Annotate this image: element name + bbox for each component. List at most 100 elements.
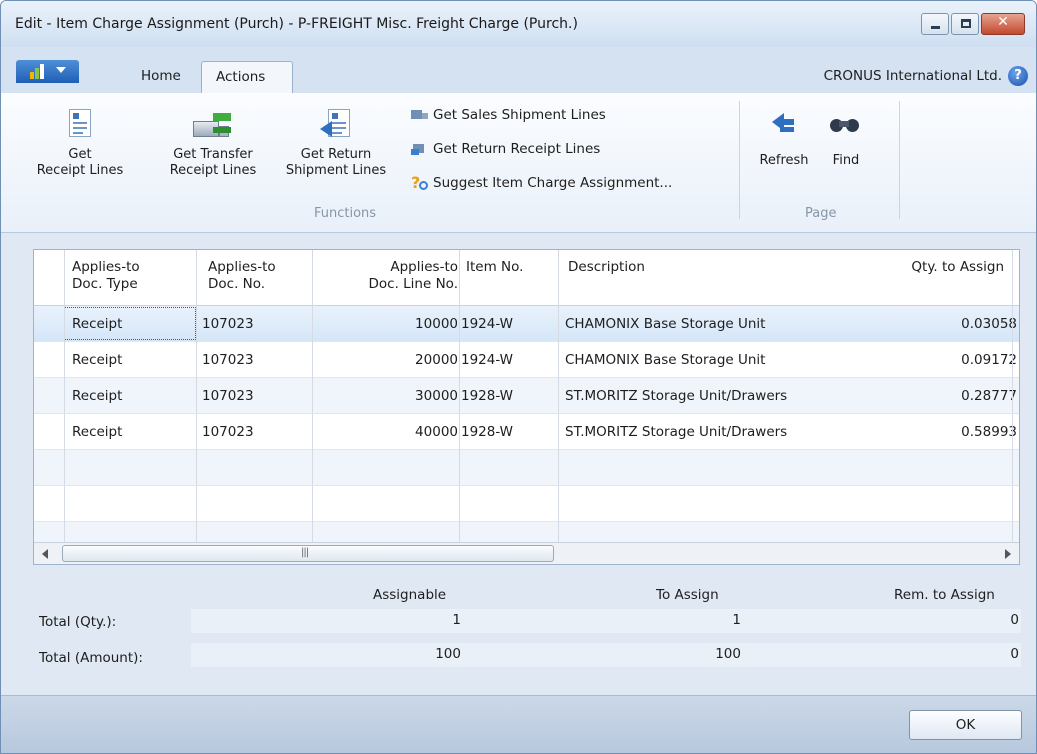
table-row[interactable]: Receipt 107023 20000 1924-W CHAMONIX Bas…	[34, 342, 1019, 378]
doc-line-no-cell[interactable]: 30000	[324, 388, 458, 404]
doc-type-cell[interactable]: Receipt	[72, 388, 122, 404]
ok-button[interactable]: OK	[909, 710, 1022, 740]
ribbon-separator	[899, 101, 900, 219]
item-no-cell[interactable]: 1924-W	[461, 352, 513, 368]
description-cell[interactable]: ST.MORITZ Storage Unit/Drawers	[565, 424, 787, 440]
qty-to-assign-cell[interactable]: 0.03058	[852, 316, 1017, 332]
item-charge-assignment-window: Edit - Item Charge Assignment (Purch) - …	[0, 0, 1037, 754]
get-receipt-lines-label-1: Get	[68, 147, 92, 162]
empty-row[interactable]	[34, 486, 1019, 522]
application-menu-button[interactable]	[16, 60, 79, 83]
find-label: Find	[832, 153, 860, 168]
tab-actions[interactable]: Actions	[201, 61, 293, 94]
doc-no-cell[interactable]: 107023	[202, 424, 254, 440]
column-divider	[64, 250, 65, 542]
column-divider	[312, 250, 313, 542]
refresh-icon	[768, 107, 800, 143]
refresh-button[interactable]: Refresh	[747, 107, 821, 169]
scroll-left-icon[interactable]	[42, 549, 48, 559]
chevron-down-icon	[56, 67, 66, 73]
column-header-doc-no[interactable]: Applies-to Doc. No.	[208, 259, 276, 293]
return-shipment-document-icon	[320, 107, 352, 143]
empty-row[interactable]	[34, 450, 1019, 486]
column-divider	[558, 250, 559, 542]
get-return-shipment-lines-label-1: Get Return	[300, 147, 372, 162]
doc-type-cell[interactable]: Receipt	[72, 352, 122, 368]
doc-no-cell[interactable]: 107023	[202, 316, 254, 332]
item-no-cell[interactable]: 1924-W	[461, 316, 513, 332]
column-header-qty-to-assign[interactable]: Qty. to Assign	[852, 259, 1004, 276]
total-amount-label: Total (Amount):	[39, 650, 143, 666]
horizontal-scrollbar[interactable]: |||	[34, 542, 1019, 564]
total-amount-row-background	[191, 643, 1021, 667]
item-no-cell[interactable]: 1928-W	[461, 424, 513, 440]
doc-line-no-cell[interactable]: 10000	[324, 316, 458, 332]
description-cell[interactable]: ST.MORITZ Storage Unit/Drawers	[565, 388, 787, 404]
doc-type-cell[interactable]: Receipt	[72, 424, 122, 440]
table-row[interactable]: Receipt 107023 10000 1924-W CHAMONIX Bas…	[34, 306, 1019, 342]
window-title: Edit - Item Charge Assignment (Purch) - …	[15, 16, 578, 32]
total-amount-assignable: 100	[435, 646, 461, 662]
functions-group-label: Functions	[314, 206, 377, 221]
description-cell[interactable]: CHAMONIX Base Storage Unit	[565, 352, 765, 368]
get-receipt-lines-button[interactable]: Get Receipt Lines	[15, 107, 145, 179]
column-header-doc-type[interactable]: Applies-to Doc. Type	[72, 259, 140, 293]
binoculars-icon	[828, 107, 864, 143]
total-amount-rem-to-assign: 0	[1010, 646, 1019, 662]
doc-line-no-cell[interactable]: 40000	[324, 424, 458, 440]
column-divider	[1012, 250, 1013, 542]
find-button[interactable]: Find	[823, 107, 869, 169]
ribbon-actions-panel: Get Receipt Lines Get Transfer Receipt L…	[1, 93, 1036, 233]
get-transfer-receipt-lines-label-1: Get Transfer	[173, 147, 253, 162]
total-qty-rem-to-assign: 0	[1010, 612, 1019, 628]
doc-line-no-cell[interactable]: 20000	[324, 352, 458, 368]
close-icon: ✕	[997, 14, 1009, 30]
get-transfer-receipt-lines-label-2: Receipt Lines	[169, 163, 257, 178]
qty-to-assign-cell[interactable]: 0.09172	[852, 352, 1017, 368]
suggest-question-icon: ?	[411, 175, 429, 191]
rem-to-assign-header: Rem. to Assign	[894, 587, 995, 603]
assignable-header: Assignable	[373, 587, 447, 603]
column-header-item-no[interactable]: Item No.	[466, 259, 523, 276]
doc-no-cell[interactable]: 107023	[202, 352, 254, 368]
ribbon-separator	[739, 101, 740, 219]
column-divider	[196, 250, 197, 542]
get-receipt-lines-label-2: Receipt Lines	[36, 163, 124, 178]
doc-type-cell[interactable]: Receipt	[72, 316, 122, 332]
title-bar: Edit - Item Charge Assignment (Purch) - …	[1, 1, 1036, 47]
ribbon-tab-row: Home Actions CRONUS International Ltd. ?	[1, 47, 1036, 94]
maximize-button[interactable]	[951, 13, 979, 35]
truck-transfer-icon	[191, 107, 235, 143]
total-qty-to-assign: 1	[732, 612, 741, 628]
get-return-shipment-lines-button[interactable]: Get Return Shipment Lines	[271, 107, 401, 179]
table-row[interactable]: Receipt 107023 30000 1928-W ST.MORITZ St…	[34, 378, 1019, 414]
tab-home[interactable]: Home	[127, 61, 195, 94]
scroll-right-icon[interactable]	[1005, 549, 1011, 559]
total-amount-to-assign: 100	[715, 646, 741, 662]
get-return-receipt-lines-label: Get Return Receipt Lines	[433, 141, 601, 157]
column-header-description[interactable]: Description	[568, 259, 645, 276]
item-no-cell[interactable]: 1928-W	[461, 388, 513, 404]
dynamics-logo-icon	[30, 64, 50, 79]
get-transfer-receipt-lines-button[interactable]: Get Transfer Receipt Lines	[153, 107, 273, 179]
description-cell[interactable]: CHAMONIX Base Storage Unit	[565, 316, 765, 332]
to-assign-header: To Assign	[656, 587, 719, 603]
column-header-doc-line-no[interactable]: Applies-to Doc. Line No.	[324, 259, 459, 293]
suggest-item-charge-assignment-label: Suggest Item Charge Assignment...	[433, 175, 673, 191]
doc-no-cell[interactable]: 107023	[202, 388, 254, 404]
close-button[interactable]: ✕	[981, 13, 1025, 35]
column-divider	[459, 250, 460, 542]
total-qty-assignable: 1	[452, 612, 461, 628]
table-row[interactable]: Receipt 107023 40000 1928-W ST.MORITZ St…	[34, 414, 1019, 450]
help-icon[interactable]: ?	[1008, 66, 1028, 86]
dialog-footer: OK	[1, 695, 1036, 753]
get-sales-shipment-lines-label: Get Sales Shipment Lines	[433, 107, 606, 123]
qty-to-assign-cell[interactable]: 0.28777	[852, 388, 1017, 404]
minimize-button[interactable]	[921, 13, 949, 35]
qty-to-assign-cell[interactable]: 0.58993	[852, 424, 1017, 440]
empty-row[interactable]	[34, 522, 1019, 542]
scrollbar-thumb[interactable]: |||	[62, 545, 554, 562]
company-name: CRONUS International Ltd.	[823, 68, 1002, 84]
page-group-label: Page	[805, 206, 837, 221]
truck-return-icon	[411, 141, 429, 157]
